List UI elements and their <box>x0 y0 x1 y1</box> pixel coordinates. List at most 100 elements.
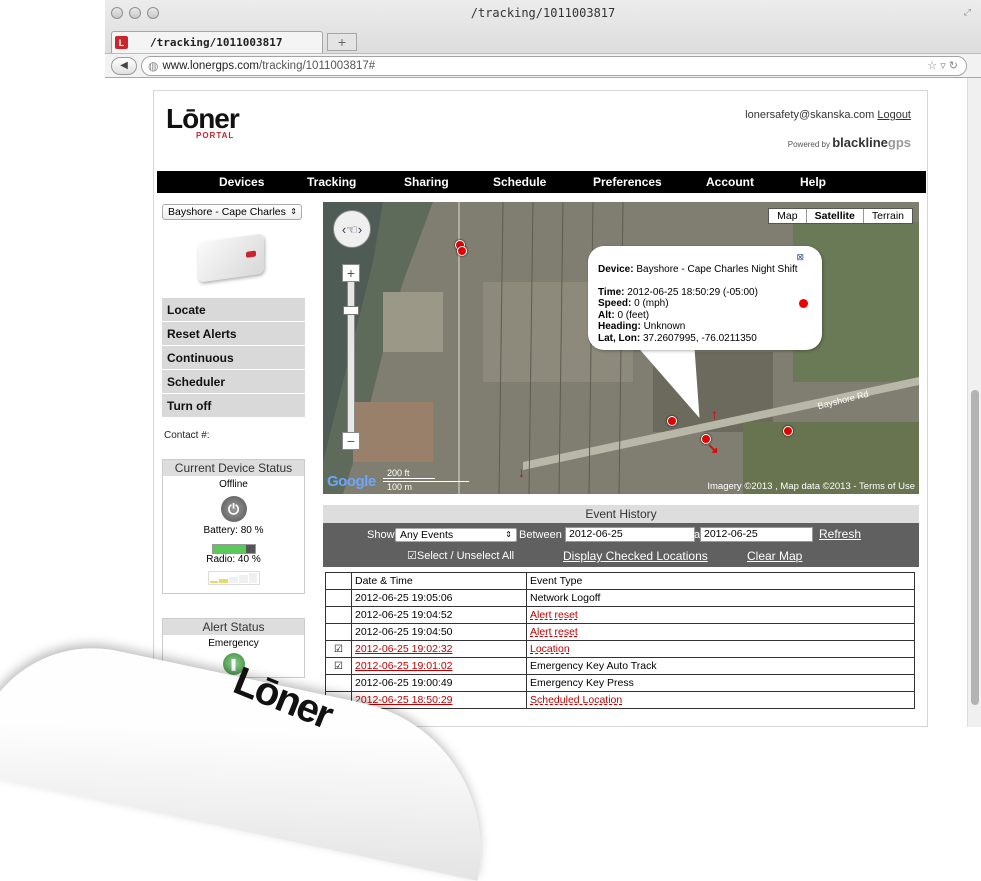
address-toolbar: ◀ ◍ www.lonergps.com/tracking/1011003817… <box>105 53 981 77</box>
bookmark-star-icon[interactable]: ☆ ▿ ↻ <box>927 59 958 72</box>
map-marker[interactable] <box>457 246 467 256</box>
logout-link[interactable]: Logout <box>877 109 911 121</box>
nav-account[interactable]: Account <box>706 175 754 189</box>
row-checkbox[interactable] <box>325 606 352 624</box>
table-row[interactable]: ☑ 2012-06-25 19:02:32 Location <box>325 640 915 658</box>
event-time: 2012-06-25 19:04:52 <box>351 606 527 624</box>
event-history-panel: Event History Show: Any Events ⇕ Between … <box>323 505 919 728</box>
locate-button[interactable]: Locate <box>162 298 305 322</box>
event-type: Emergency Key Press <box>526 674 915 692</box>
map-type-satellite[interactable]: Satellite <box>805 209 863 223</box>
nav-tracking[interactable]: Tracking <box>307 175 356 189</box>
nav-preferences[interactable]: Preferences <box>593 175 662 189</box>
event-type[interactable]: Location <box>526 640 915 658</box>
event-time[interactable]: 2012-06-25 19:01:02 <box>351 657 527 675</box>
event-type-select[interactable]: Any Events ⇕ <box>395 528 517 542</box>
event-type[interactable]: Alert reset <box>526 623 915 641</box>
browser-window: /tracking/1011003817 ⤢ L /tracking/10110… <box>105 0 981 727</box>
terms-link[interactable]: Terms of Use <box>859 481 915 492</box>
title-bar: /tracking/1011003817 ⤢ L /tracking/10110… <box>105 0 981 78</box>
loner-portal-logo[interactable]: Lōner PORTAL <box>166 103 240 140</box>
battery-icon <box>211 544 256 554</box>
map-marker[interactable] <box>667 416 677 426</box>
globe-icon: ◍ <box>148 58 159 73</box>
map-marker[interactable] <box>783 426 793 436</box>
continuous-button[interactable]: Continuous <box>162 346 305 370</box>
zoom-slider-thumb[interactable] <box>343 306 359 315</box>
show-label: Show: <box>367 529 398 541</box>
table-row[interactable]: 2012-06-25 19:00:49 Emergency Key Press <box>325 674 915 692</box>
close-popup-icon[interactable]: ⊠ <box>796 252 804 263</box>
device-actions: Locate Reset Alerts Continuous Scheduler… <box>162 298 305 418</box>
user-info: lonersafety@skanska.com Logout <box>745 109 911 121</box>
event-history-title: Event History <box>323 505 919 523</box>
vertical-scrollbar[interactable] <box>967 78 981 727</box>
select-arrows-icon: ⇕ <box>290 207 297 216</box>
zoom-out-button[interactable]: − <box>342 432 360 450</box>
zoom-in-button[interactable]: + <box>342 264 360 282</box>
scheduler-button[interactable]: Scheduler <box>162 370 305 394</box>
fullscreen-icon[interactable]: ⤢ <box>964 7 971 18</box>
select-all-toggle[interactable]: ☑Select / Unselect All <box>407 549 514 562</box>
refresh-link[interactable]: Refresh <box>819 527 861 541</box>
column-header: Date & Time <box>351 572 527 590</box>
nav-schedule[interactable]: Schedule <box>493 175 546 189</box>
event-time: 2012-06-25 19:04:50 <box>351 623 527 641</box>
event-type[interactable]: Alert reset <box>526 606 915 624</box>
display-checked-link[interactable]: Display Checked Locations <box>563 549 708 563</box>
event-filter-bar: Show: Any Events⇕ Between 2012-06-25 and… <box>323 523 919 567</box>
event-type: Emergency Key Auto Track <box>526 657 915 675</box>
table-row[interactable]: ☑ 2012-06-25 19:01:02 Emergency Key Auto T… <box>325 657 915 675</box>
event-table: Date & Time Event Type 2012-06-25 19:05:… <box>325 572 915 709</box>
address-bar[interactable]: ◍ www.lonergps.com/tracking/1011003817# … <box>141 55 967 76</box>
map-type-terrain[interactable]: Terrain <box>862 209 912 223</box>
table-row[interactable]: 2012-06-25 18:50:29 Scheduled Location <box>325 691 915 709</box>
scrollbar-thumb[interactable] <box>971 390 979 705</box>
user-email: lonersafety@skanska.com <box>745 109 875 121</box>
map-type-map[interactable]: Map <box>769 209 805 223</box>
column-header: Event Type <box>526 572 915 590</box>
radio-label: Radio: 40 % <box>206 554 261 565</box>
table-row[interactable]: 2012-06-25 19:04:52 Alert reset <box>325 606 915 624</box>
device-select[interactable]: Bayshore - Cape Charles ⇕ <box>162 204 302 220</box>
loner-portal-page: Lōner PORTAL lonersafety@skanska.com Logo… <box>153 90 928 727</box>
event-time: 2012-06-25 19:05:06 <box>351 589 527 607</box>
device-thumbnail <box>198 233 264 283</box>
satellite-map[interactable]: ‹☜› + − Map Satellite Terrain ↑ ↘ ↓ ⊠ De… <box>323 202 919 494</box>
map-scale: 200 ft 100 m <box>383 468 469 492</box>
powered-by: Powered by blacklinegps <box>787 135 911 150</box>
nav-sharing[interactable]: Sharing <box>404 175 449 189</box>
favicon-icon: L <box>115 36 128 49</box>
heading-arrow-icon: ↘ <box>707 440 719 456</box>
browser-tab[interactable]: L /tracking/1011003817 <box>111 31 323 53</box>
row-checkbox[interactable] <box>325 623 352 641</box>
signal-bars-icon <box>207 571 260 585</box>
back-button[interactable]: ◀ <box>111 56 137 75</box>
zoom-slider-track[interactable] <box>347 268 355 446</box>
contact-label: Contact #: <box>164 430 210 441</box>
event-type: Network Logoff <box>526 589 915 607</box>
event-time[interactable]: 2012-06-25 18:50:29 <box>351 691 527 709</box>
row-checkbox[interactable]: ☑ <box>325 657 352 675</box>
row-checkbox[interactable] <box>325 674 352 692</box>
row-checkbox[interactable]: ☑ <box>325 640 352 658</box>
table-row[interactable]: 2012-06-25 19:05:06 Network Logoff <box>325 589 915 607</box>
turn-off-button[interactable]: Turn off <box>162 394 305 418</box>
clear-map-link[interactable]: Clear Map <box>747 549 802 563</box>
reset-alerts-button[interactable]: Reset Alerts <box>162 322 305 346</box>
date-from-input[interactable]: 2012-06-25 <box>565 527 695 542</box>
between-label: Between <box>519 529 562 541</box>
new-tab-button[interactable]: + <box>327 33 357 51</box>
event-time[interactable]: 2012-06-25 19:02:32 <box>351 640 527 658</box>
event-type[interactable]: Scheduled Location <box>526 691 915 709</box>
popup-marker <box>799 299 808 308</box>
date-to-input[interactable]: 2012-06-25 <box>700 527 813 542</box>
pan-control[interactable]: ‹☜› <box>333 210 371 248</box>
google-logo[interactable]: Google <box>327 473 376 490</box>
left-sidebar: Bayshore - Cape Charles ⇕ Locate Reset Al… <box>162 204 312 678</box>
table-row[interactable]: 2012-06-25 19:04:50 Alert reset <box>325 623 915 641</box>
tab-title: /tracking/1011003817 <box>150 36 283 49</box>
row-checkbox[interactable] <box>325 589 352 607</box>
nav-devices[interactable]: Devices <box>219 175 264 189</box>
nav-help[interactable]: Help <box>800 175 826 189</box>
